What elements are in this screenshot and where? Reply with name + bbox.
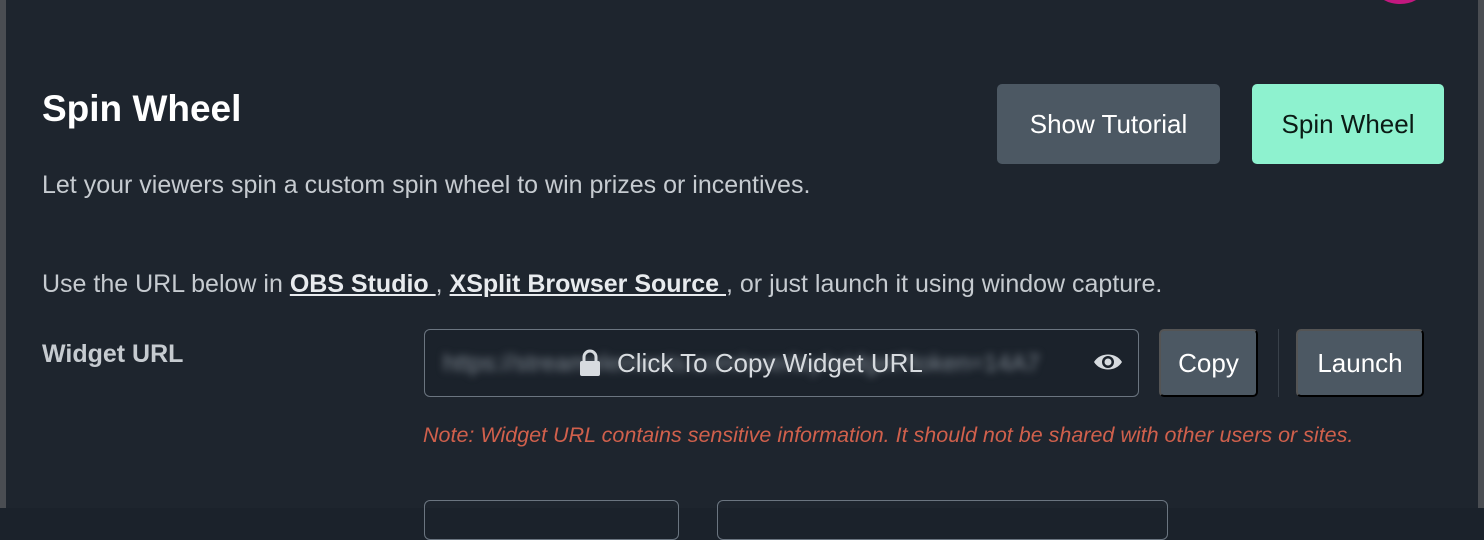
- xsplit-browser-source-link[interactable]: XSplit Browser Source: [450, 270, 726, 298]
- obs-studio-link[interactable]: OBS Studio: [290, 270, 436, 298]
- sensitive-url-warning: Note: Widget URL contains sensitive info…: [423, 423, 1354, 447]
- url-usage-help: Use the URL below in OBS Studio , XSplit…: [42, 270, 1162, 299]
- avatar[interactable]: [1378, 0, 1422, 4]
- copy-widget-url-text: Click To Copy Widget URL: [617, 347, 923, 378]
- page-description: Let your viewers spin a custom spin whee…: [42, 171, 811, 199]
- url-help-prefix: Use the URL below in: [42, 270, 290, 298]
- widget-url-label: Widget URL: [42, 340, 184, 368]
- partial-field-right[interactable]: [717, 500, 1168, 540]
- window-left-edge: [0, 0, 6, 508]
- spin-wheel-button[interactable]: Spin Wheel: [1252, 84, 1444, 164]
- show-tutorial-button[interactable]: Show Tutorial: [997, 84, 1220, 164]
- window-right-edge: [1478, 0, 1484, 508]
- eye-icon[interactable]: [1092, 350, 1124, 374]
- partial-field-left[interactable]: [424, 500, 679, 540]
- copy-button[interactable]: Copy: [1159, 329, 1258, 397]
- url-help-separator: ,: [435, 270, 450, 298]
- url-help-suffix: , or just launch it using window capture…: [726, 270, 1163, 298]
- widget-url-field[interactable]: https://streamelements.com/overlay/widge…: [424, 329, 1139, 397]
- button-divider: [1278, 329, 1279, 397]
- page-title: Spin Wheel: [42, 88, 242, 129]
- copy-widget-url-overlay[interactable]: Click To Copy Widget URL: [577, 330, 923, 396]
- spin-wheel-panel: Spin Wheel Show Tutorial Spin Wheel Let …: [0, 0, 1484, 540]
- lock-icon: [577, 349, 603, 377]
- launch-button[interactable]: Launch: [1296, 329, 1424, 397]
